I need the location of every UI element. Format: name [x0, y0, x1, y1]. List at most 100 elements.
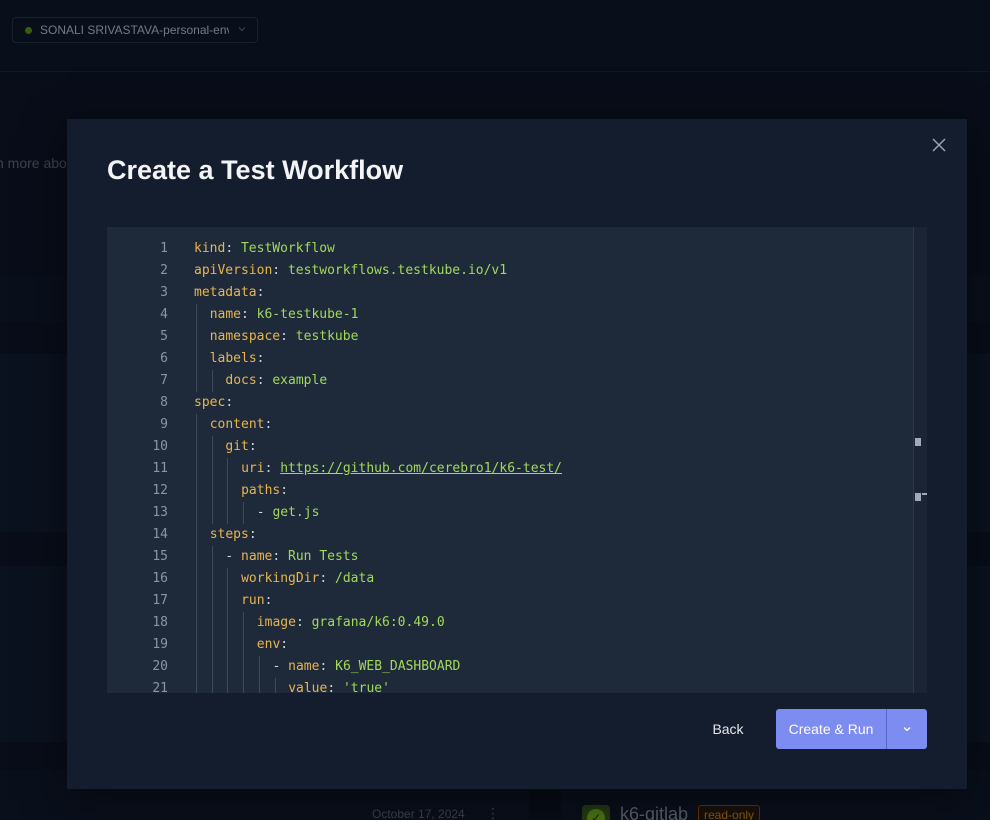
indent-guide [274, 678, 276, 693]
indent-guide [227, 612, 229, 634]
indent-guide [211, 656, 213, 678]
yaml-punctuation: - [272, 659, 289, 674]
indent-guide [196, 612, 197, 634]
create-and-run-button[interactable]: Create & Run [776, 709, 887, 749]
indent-guide [243, 502, 245, 524]
back-button[interactable]: Back [697, 709, 759, 749]
yaml-punctuation: : [256, 351, 265, 366]
yaml-key: name [241, 549, 273, 564]
yaml-value: TestWorkflow [240, 241, 335, 256]
indent-guide [196, 502, 197, 524]
yaml-punctuation: : [272, 263, 288, 278]
code-text: - name: K6_WEB_DASHBOARD [273, 656, 461, 678]
yaml-punctuation: : [327, 681, 343, 693]
yaml-value: /data [335, 571, 375, 586]
indent-guide [211, 436, 213, 458]
yaml-punctuation: : [264, 593, 273, 608]
code-text: name: k6-testkube-1 [210, 304, 359, 326]
line-number: 20 [152, 659, 168, 674]
create-test-workflow-dialog: Create a Test Workflow 1 kind: TestWorkfl… [67, 119, 967, 789]
code-line: 20 - name: K6_WEB_DASHBOARD [107, 656, 913, 678]
line-number: 18 [152, 615, 168, 630]
yaml-value: example [272, 373, 328, 388]
yaml-value: k6-testkube-1 [256, 307, 359, 322]
code-text: steps: [210, 524, 257, 546]
code-text: workingDir: /data [241, 568, 374, 590]
yaml-punctuation: : [272, 549, 289, 564]
yaml-key: apiVersion [194, 263, 273, 278]
yaml-link[interactable]: https://github.com/cerebro1/k6-test/ [280, 461, 562, 476]
yaml-key: name [288, 659, 320, 674]
code-text: metadata: [194, 282, 264, 304]
code-text: uri: https://github.com/cerebro1/k6-test… [241, 458, 562, 480]
line-number: 4 [160, 307, 168, 322]
code-line: 1 kind: TestWorkflow [107, 238, 913, 260]
code-line: 18 image: grafana/k6:0.49.0 [107, 612, 913, 634]
scrollbar-thumb[interactable] [922, 493, 927, 495]
chevron-down-icon [903, 727, 911, 732]
indent-guide [196, 326, 197, 348]
yaml-key: image [256, 615, 296, 630]
yaml-key: value [288, 681, 328, 693]
yaml-punctuation: : [256, 373, 273, 388]
line-number: 7 [160, 373, 168, 388]
yaml-punctuation: : [241, 307, 257, 322]
yaml-key: spec [194, 395, 226, 410]
yaml-punctuation: : [225, 241, 241, 256]
yaml-key: run [241, 593, 265, 608]
indent-guide [196, 524, 197, 546]
yaml-punctuation: : [319, 571, 336, 586]
code-lines: 1 kind: TestWorkflow 2 apiVersion: testwork… [107, 238, 913, 693]
dialog-title: Create a Test Workflow [107, 155, 404, 185]
indent-guide [211, 502, 213, 524]
indent-guide [227, 458, 229, 480]
code-line: 12 paths: [107, 480, 913, 502]
code-text: env: [257, 634, 288, 656]
indent-guide [211, 546, 213, 568]
code-text: - get.js [257, 502, 320, 524]
indent-guide [196, 370, 197, 392]
line-number: 3 [160, 285, 168, 300]
code-line: 11 uri: https://github.com/cerebro1/k6-te… [107, 458, 913, 480]
line-number: 2 [160, 263, 168, 278]
line-number: 5 [160, 329, 168, 344]
yaml-key: git [225, 439, 249, 454]
yaml-key: name [209, 307, 241, 322]
code-text: apiVersion: testworkflows.testkube.io/v1 [194, 260, 507, 282]
code-line: 13 - get.js [107, 502, 913, 524]
yaml-code-editor[interactable]: 1 kind: TestWorkflow 2 apiVersion: testwork… [107, 227, 927, 693]
yaml-punctuation: : [264, 417, 273, 432]
code-text: image: grafana/k6:0.49.0 [257, 612, 445, 634]
yaml-value: get.js [272, 505, 320, 520]
code-line: 6 labels: [107, 348, 913, 370]
scrollbar-marker [915, 493, 921, 501]
yaml-value: Run Tests [288, 549, 359, 564]
yaml-key: namespace [209, 329, 281, 344]
yaml-punctuation: : [248, 527, 257, 542]
code-line: 9 content: [107, 414, 913, 436]
yaml-value: testkube [295, 329, 359, 344]
line-number: 12 [152, 483, 168, 498]
indent-guide [258, 678, 260, 693]
yaml-key: paths [241, 483, 281, 498]
code-line: 3 metadata: [107, 282, 913, 304]
line-number: 9 [160, 417, 168, 432]
indent-guide [243, 656, 245, 678]
yaml-punctuation: : [264, 461, 281, 476]
yaml-punctuation: : [280, 329, 296, 344]
line-number: 21 [152, 681, 168, 693]
yaml-key: metadata [194, 285, 257, 300]
create-options-dropdown-button[interactable] [887, 709, 927, 749]
line-number: 11 [152, 461, 168, 476]
code-text: run: [241, 590, 272, 612]
line-number: 15 [152, 549, 168, 564]
code-text: git: [225, 436, 256, 458]
close-button[interactable] [927, 133, 951, 157]
yaml-key: docs [225, 373, 257, 388]
close-icon [932, 138, 946, 152]
indent-guide [211, 568, 213, 590]
editor-scrollbar[interactable] [913, 227, 927, 693]
code-text: - name: Run Tests [225, 546, 358, 568]
indent-guide [211, 634, 213, 656]
yaml-value: testworkflows.testkube.io/v1 [287, 263, 508, 278]
